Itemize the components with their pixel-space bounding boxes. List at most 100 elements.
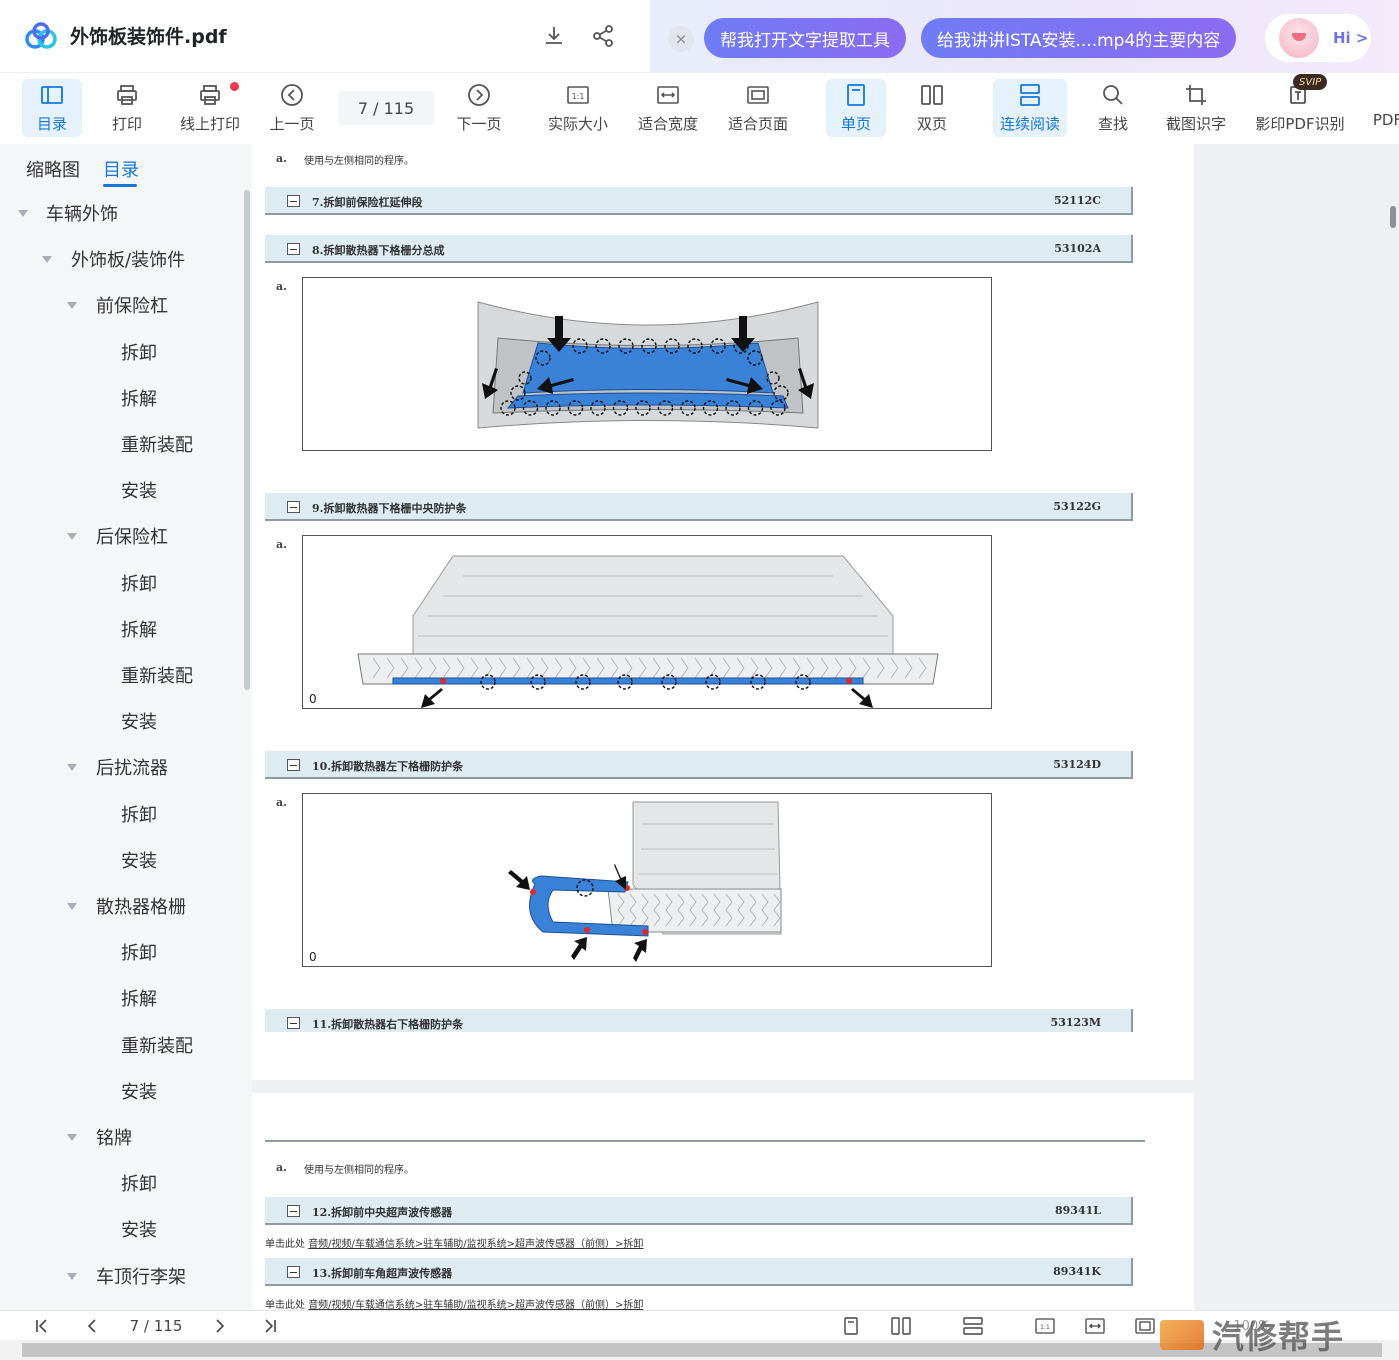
- collapse-icon[interactable]: [287, 1205, 300, 1217]
- toc-item[interactable]: 铭牌: [0, 1122, 240, 1152]
- collapse-icon[interactable]: [287, 1017, 300, 1029]
- collapse-icon[interactable]: [287, 243, 300, 255]
- toc-item[interactable]: 外饰板/装饰件: [0, 244, 240, 274]
- toc-item[interactable]: 拆卸: [0, 937, 240, 967]
- tab-thumbnails[interactable]: 缩略图: [26, 156, 80, 182]
- share-icon[interactable]: [589, 22, 617, 50]
- continuous-read-button[interactable]: 连续阅读: [993, 79, 1067, 137]
- toc-item[interactable]: 重新装配: [0, 429, 240, 459]
- assistant-hi-button[interactable]: Hi >: [1265, 14, 1371, 62]
- toc-item-label: 前保险杠: [96, 296, 168, 318]
- next-page-icon: [466, 82, 492, 108]
- toc-item[interactable]: 拆解: [0, 383, 240, 413]
- figure-number: 0: [309, 950, 317, 964]
- toc-item[interactable]: 安装: [0, 475, 240, 505]
- continuous-read-label: 连续阅读: [999, 115, 1060, 133]
- next-page-label: 下一页: [456, 115, 502, 133]
- single-page-label: 单页: [840, 115, 871, 133]
- page-number-input[interactable]: 7 / 115: [338, 91, 434, 125]
- crop-ocr-button[interactable]: 截图识字: [1160, 79, 1232, 137]
- collapse-icon[interactable]: [287, 195, 300, 207]
- toc-item[interactable]: 重新装配: [0, 1030, 240, 1060]
- double-page-small-icon[interactable]: [888, 1315, 914, 1337]
- download-icon[interactable]: [540, 22, 568, 50]
- toc-item[interactable]: 拆解: [0, 614, 240, 644]
- tab-toc[interactable]: 目录: [103, 156, 139, 182]
- actual-size-button[interactable]: 1:1 实际大小: [544, 79, 612, 137]
- fit-width-button[interactable]: 适合宽度: [634, 79, 702, 137]
- single-page-small-icon[interactable]: [840, 1315, 862, 1337]
- section-header[interactable]: 13.拆卸前车角超声波传感器 89341K: [265, 1258, 1133, 1286]
- section-divider: [265, 1140, 1145, 1142]
- figure-center-grille-trim: 0: [302, 535, 992, 709]
- single-page-button[interactable]: 单页: [826, 79, 886, 137]
- hi-label: Hi >: [1333, 29, 1369, 47]
- first-page-icon[interactable]: [32, 1315, 52, 1337]
- next-page-button[interactable]: 下一页: [451, 79, 507, 137]
- collapse-icon[interactable]: [287, 759, 300, 771]
- actual-size-label: 实际大小: [547, 115, 608, 133]
- last-page-icon[interactable]: [260, 1315, 280, 1337]
- toc-item[interactable]: 安装: [0, 1214, 240, 1244]
- expand-caret-icon[interactable]: [67, 1272, 77, 1280]
- toc-item[interactable]: 后保险杠: [0, 521, 240, 551]
- section-header[interactable]: 9.拆卸散热器下格栅中央防护条 53122G: [265, 493, 1133, 521]
- fit-page-button[interactable]: 适合页面: [724, 79, 792, 137]
- expand-caret-icon[interactable]: [18, 210, 28, 217]
- document-scrollbar-thumb[interactable]: [1390, 206, 1396, 228]
- actual-size-icon: 1:1: [565, 82, 591, 108]
- toc-item[interactable]: 后扰流器: [0, 752, 240, 782]
- toc-item[interactable]: 拆卸: [0, 799, 240, 829]
- toc-item[interactable]: 前保险杠: [0, 290, 240, 320]
- continuous-small-icon[interactable]: [960, 1315, 986, 1337]
- toc-item[interactable]: 拆卸: [0, 568, 240, 598]
- actual-size-small-icon[interactable]: 1:1: [1032, 1315, 1058, 1337]
- toc-item[interactable]: 拆解: [0, 983, 240, 1013]
- active-tab-indicator: [103, 184, 137, 187]
- toc-item[interactable]: 安装: [0, 706, 240, 736]
- step-label: a.: [276, 280, 287, 293]
- close-suggestions-button[interactable]: ×: [668, 26, 694, 52]
- section-header[interactable]: 8.拆卸散热器下格栅分总成 53102A: [265, 235, 1133, 263]
- expand-caret-icon[interactable]: [42, 256, 52, 264]
- search-button[interactable]: 查找: [1090, 79, 1136, 137]
- toc-item[interactable]: 重新装配: [0, 660, 240, 690]
- prev-page-small-icon[interactable]: [82, 1315, 102, 1337]
- sidebar-tabs: 缩略图 目录: [0, 144, 252, 190]
- double-page-label: 双页: [916, 115, 947, 133]
- toc-item[interactable]: 车辆外饰: [0, 198, 240, 228]
- collapse-icon[interactable]: [287, 501, 300, 513]
- prev-page-button[interactable]: 上一页: [264, 79, 320, 137]
- svg-text:1:1: 1:1: [572, 92, 585, 101]
- toc-item[interactable]: 车顶行李架: [0, 1261, 240, 1291]
- section-header[interactable]: 12.拆卸前中央超声波传感器 89341L: [265, 1197, 1133, 1225]
- expand-caret-icon[interactable]: [67, 533, 77, 541]
- expand-caret-icon[interactable]: [67, 1134, 77, 1141]
- toc-item[interactable]: 拆卸: [0, 337, 240, 367]
- ai-suggestion-chip[interactable]: 给我讲讲ISTA安装....mp4的主要内容: [921, 18, 1237, 58]
- toc-button[interactable]: 目录: [22, 79, 82, 137]
- expand-caret-icon[interactable]: [67, 764, 77, 772]
- sidebar-scrollbar[interactable]: [244, 190, 250, 690]
- reference-link[interactable]: 音频/视频/车载通信系统>驻车辅助/监视系统>超声波传感器（前侧）>拆卸: [308, 1239, 643, 1250]
- toc-item[interactable]: 散热器格栅: [0, 891, 240, 921]
- toc-item[interactable]: 安装: [0, 1076, 240, 1106]
- toolbar: 目录 打印 线上打印 上一页 7 / 115 下一页 1:1 实际大小 适合宽度…: [0, 72, 1399, 144]
- fit-width-small-icon[interactable]: [1082, 1315, 1108, 1337]
- section-header[interactable]: 10.拆卸散热器左下格栅防护条 53124D: [265, 751, 1133, 779]
- lower-grille-illustration: [477, 301, 819, 429]
- more-tool-button[interactable]: PDF: [1370, 79, 1399, 137]
- fit-width-icon: [655, 82, 681, 108]
- print-button[interactable]: 打印: [100, 79, 154, 137]
- expand-caret-icon[interactable]: [67, 302, 77, 310]
- expand-caret-icon[interactable]: [67, 903, 77, 910]
- bottom-page-indicator[interactable]: 7 / 115: [116, 1315, 196, 1337]
- section-header[interactable]: 7.拆卸前保险杠延伸段 52112C: [265, 187, 1133, 215]
- double-page-button[interactable]: 双页: [904, 79, 960, 137]
- toc-item[interactable]: 安装: [0, 845, 240, 875]
- toc-item[interactable]: 拆卸: [0, 1168, 240, 1198]
- next-page-small-icon[interactable]: [210, 1315, 230, 1337]
- collapse-icon[interactable]: [287, 1266, 300, 1278]
- ai-suggestion-chip[interactable]: 帮我打开文字提取工具: [704, 18, 906, 58]
- fit-page-small-icon[interactable]: [1132, 1315, 1158, 1337]
